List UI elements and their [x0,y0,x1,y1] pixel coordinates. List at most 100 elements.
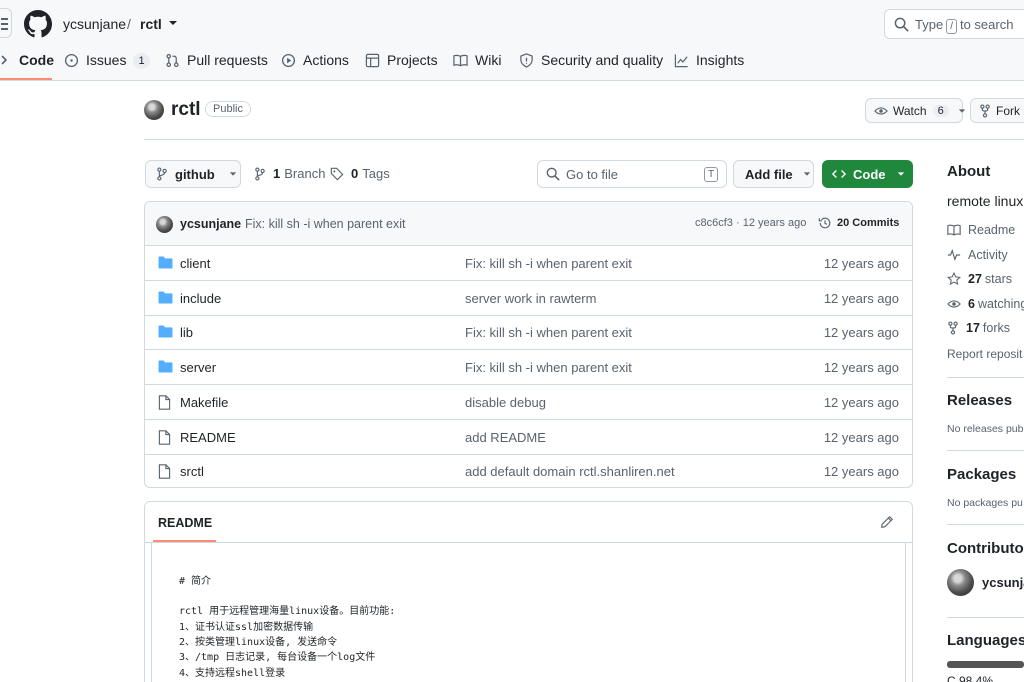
fork-icon [979,103,991,118]
branches-link[interactable]: 1 Branch [254,166,325,181]
tab-label: Pull requests [187,52,268,68]
tab-actions[interactable]: Actions [281,48,349,81]
forks-link[interactable]: 17 forks [947,321,1010,335]
file-icon [158,429,171,445]
stars-count: 27 [968,272,982,286]
commit-author[interactable]: ycsunjane [180,217,241,231]
eye-icon [874,104,888,118]
path-separator: / [127,16,131,32]
file-commit-message[interactable]: disable debug [465,395,546,410]
repo-description: remote linux [947,193,1024,209]
search-icon [546,167,560,181]
file-row[interactable]: Makefile disable debug 12 years ago [145,385,912,420]
file-icon [158,464,171,479]
tab-label: Security and quality [541,52,664,68]
tab-security[interactable]: Security and quality [519,48,663,81]
commit-hash[interactable]: c8c6cf3 [695,217,733,229]
repo-title[interactable]: rctl [171,99,201,121]
file-name[interactable]: include [180,291,221,306]
owner-avatar[interactable] [144,100,164,120]
readme-tab[interactable]: README [158,516,212,530]
readme-tab-indicator [153,540,216,542]
fork-button[interactable]: Fork [970,98,1024,123]
forks-label: forks [982,321,1010,335]
contributors-heading[interactable]: Contributors [947,540,1024,557]
stars-link[interactable]: 27 stars [947,272,1012,286]
issues-count-badge: 1 [133,53,150,69]
readme-link[interactable]: Readme [947,223,1015,237]
history-icon [818,216,832,230]
tab-projects[interactable]: Projects [365,48,438,81]
chevron-down-icon[interactable] [168,18,178,28]
readme-link-label: Readme [968,223,1016,237]
search-placeholder: Type / to search [915,17,1013,34]
commits-link[interactable]: 20 Commits [818,216,899,230]
repo-link[interactable]: rctl [140,16,162,32]
file-name[interactable]: lib [180,325,193,340]
file-name[interactable]: Makefile [180,395,228,410]
go-to-file-input[interactable]: Go to file T [537,160,727,188]
issue-icon [64,53,79,68]
file-row[interactable]: srctl add default domain rctl.shanliren.n… [145,454,912,487]
file-commit-message[interactable]: add default domain rctl.shanliren.net [465,464,675,479]
pull-request-icon [165,53,180,68]
tab-code[interactable]: Code [0,48,54,81]
tab-label: Issues [86,52,127,68]
book-icon [947,223,961,237]
file-row[interactable]: include server work in rawterm 12 years ag… [145,281,912,316]
file-commit-message[interactable]: Fix: kill sh -i when parent exit [465,256,632,271]
search-prefix: Type [915,17,944,32]
activity-link[interactable]: Activity [947,248,1008,262]
branches-label: Branch [284,166,326,181]
contributor-avatar[interactable] [947,569,974,596]
languages-heading: Languages [947,632,1024,649]
github-logo-icon[interactable] [24,10,52,38]
file-row[interactable]: client Fix: kill sh -i when parent exit 12… [145,246,912,281]
watching-link[interactable]: 6 watching [947,297,1024,311]
file-age: 12 years ago [823,394,899,410]
file-row[interactable]: lib Fix: kill sh -i when parent exit 12 ye… [145,315,912,351]
file-commit-message[interactable]: Fix: kill sh -i when parent exit [465,325,632,340]
commit-meta: c8c6cf3 · 12 years ago [695,217,806,229]
file-row[interactable]: server Fix: kill sh -i when parent exit 12… [145,350,912,386]
watch-button[interactable]: Watch 6 [865,98,966,123]
search-input[interactable]: Type / to search [884,9,1024,39]
tab-label: Code [19,52,54,68]
file-name[interactable]: client [180,256,210,271]
readme-line: 3、/tmp 日志记录, 每台设备一个log文件 [179,652,376,664]
divider [947,450,1024,451]
search-shortcut-key: / [946,19,957,34]
tab-insights[interactable]: Insights [674,48,744,81]
branch-selector[interactable]: github [145,160,241,188]
visibility-badge: Public [205,101,251,117]
tab-label: Projects [387,52,438,68]
folder-icon [158,256,173,269]
file-commit-message[interactable]: server work in rawterm [465,291,596,306]
file-commit-message[interactable]: add README [465,430,546,445]
add-file-button[interactable]: Add file [733,160,814,188]
tab-issues[interactable]: Issues 1 [64,48,150,81]
tab-pull-requests[interactable]: Pull requests [165,48,268,81]
file-commit-message[interactable]: Fix: kill sh -i when parent exit [465,360,632,375]
releases-heading[interactable]: Releases [947,392,1012,409]
contributor-name[interactable]: ycsunja [982,575,1024,590]
file-name[interactable]: README [180,430,236,445]
author-avatar[interactable] [156,216,173,233]
file-row[interactable]: README add README 12 years ago [145,420,912,455]
pencil-icon[interactable] [880,515,894,529]
readme-line: 2、按类管理linux设备, 发送命令 [179,636,338,648]
watching-count: 6 [968,297,975,311]
menu-button[interactable] [0,8,12,38]
file-name[interactable]: server [180,360,216,375]
code-button[interactable]: Code [822,160,913,188]
tags-link[interactable]: 0 Tags [330,166,390,181]
report-repository-link[interactable]: Report reposit [947,347,1022,361]
readme-line: 4、支持远程shell登录 [179,667,286,679]
file-name[interactable]: srctl [180,464,204,479]
commit-message[interactable]: Fix: kill sh -i when parent exit [245,217,405,231]
chevron-down-icon [958,107,966,115]
owner-link[interactable]: ycsunjane [63,16,126,32]
tab-wiki[interactable]: Wiki [453,48,501,81]
folder-icon [158,360,173,373]
packages-heading[interactable]: Packages [947,466,1016,483]
